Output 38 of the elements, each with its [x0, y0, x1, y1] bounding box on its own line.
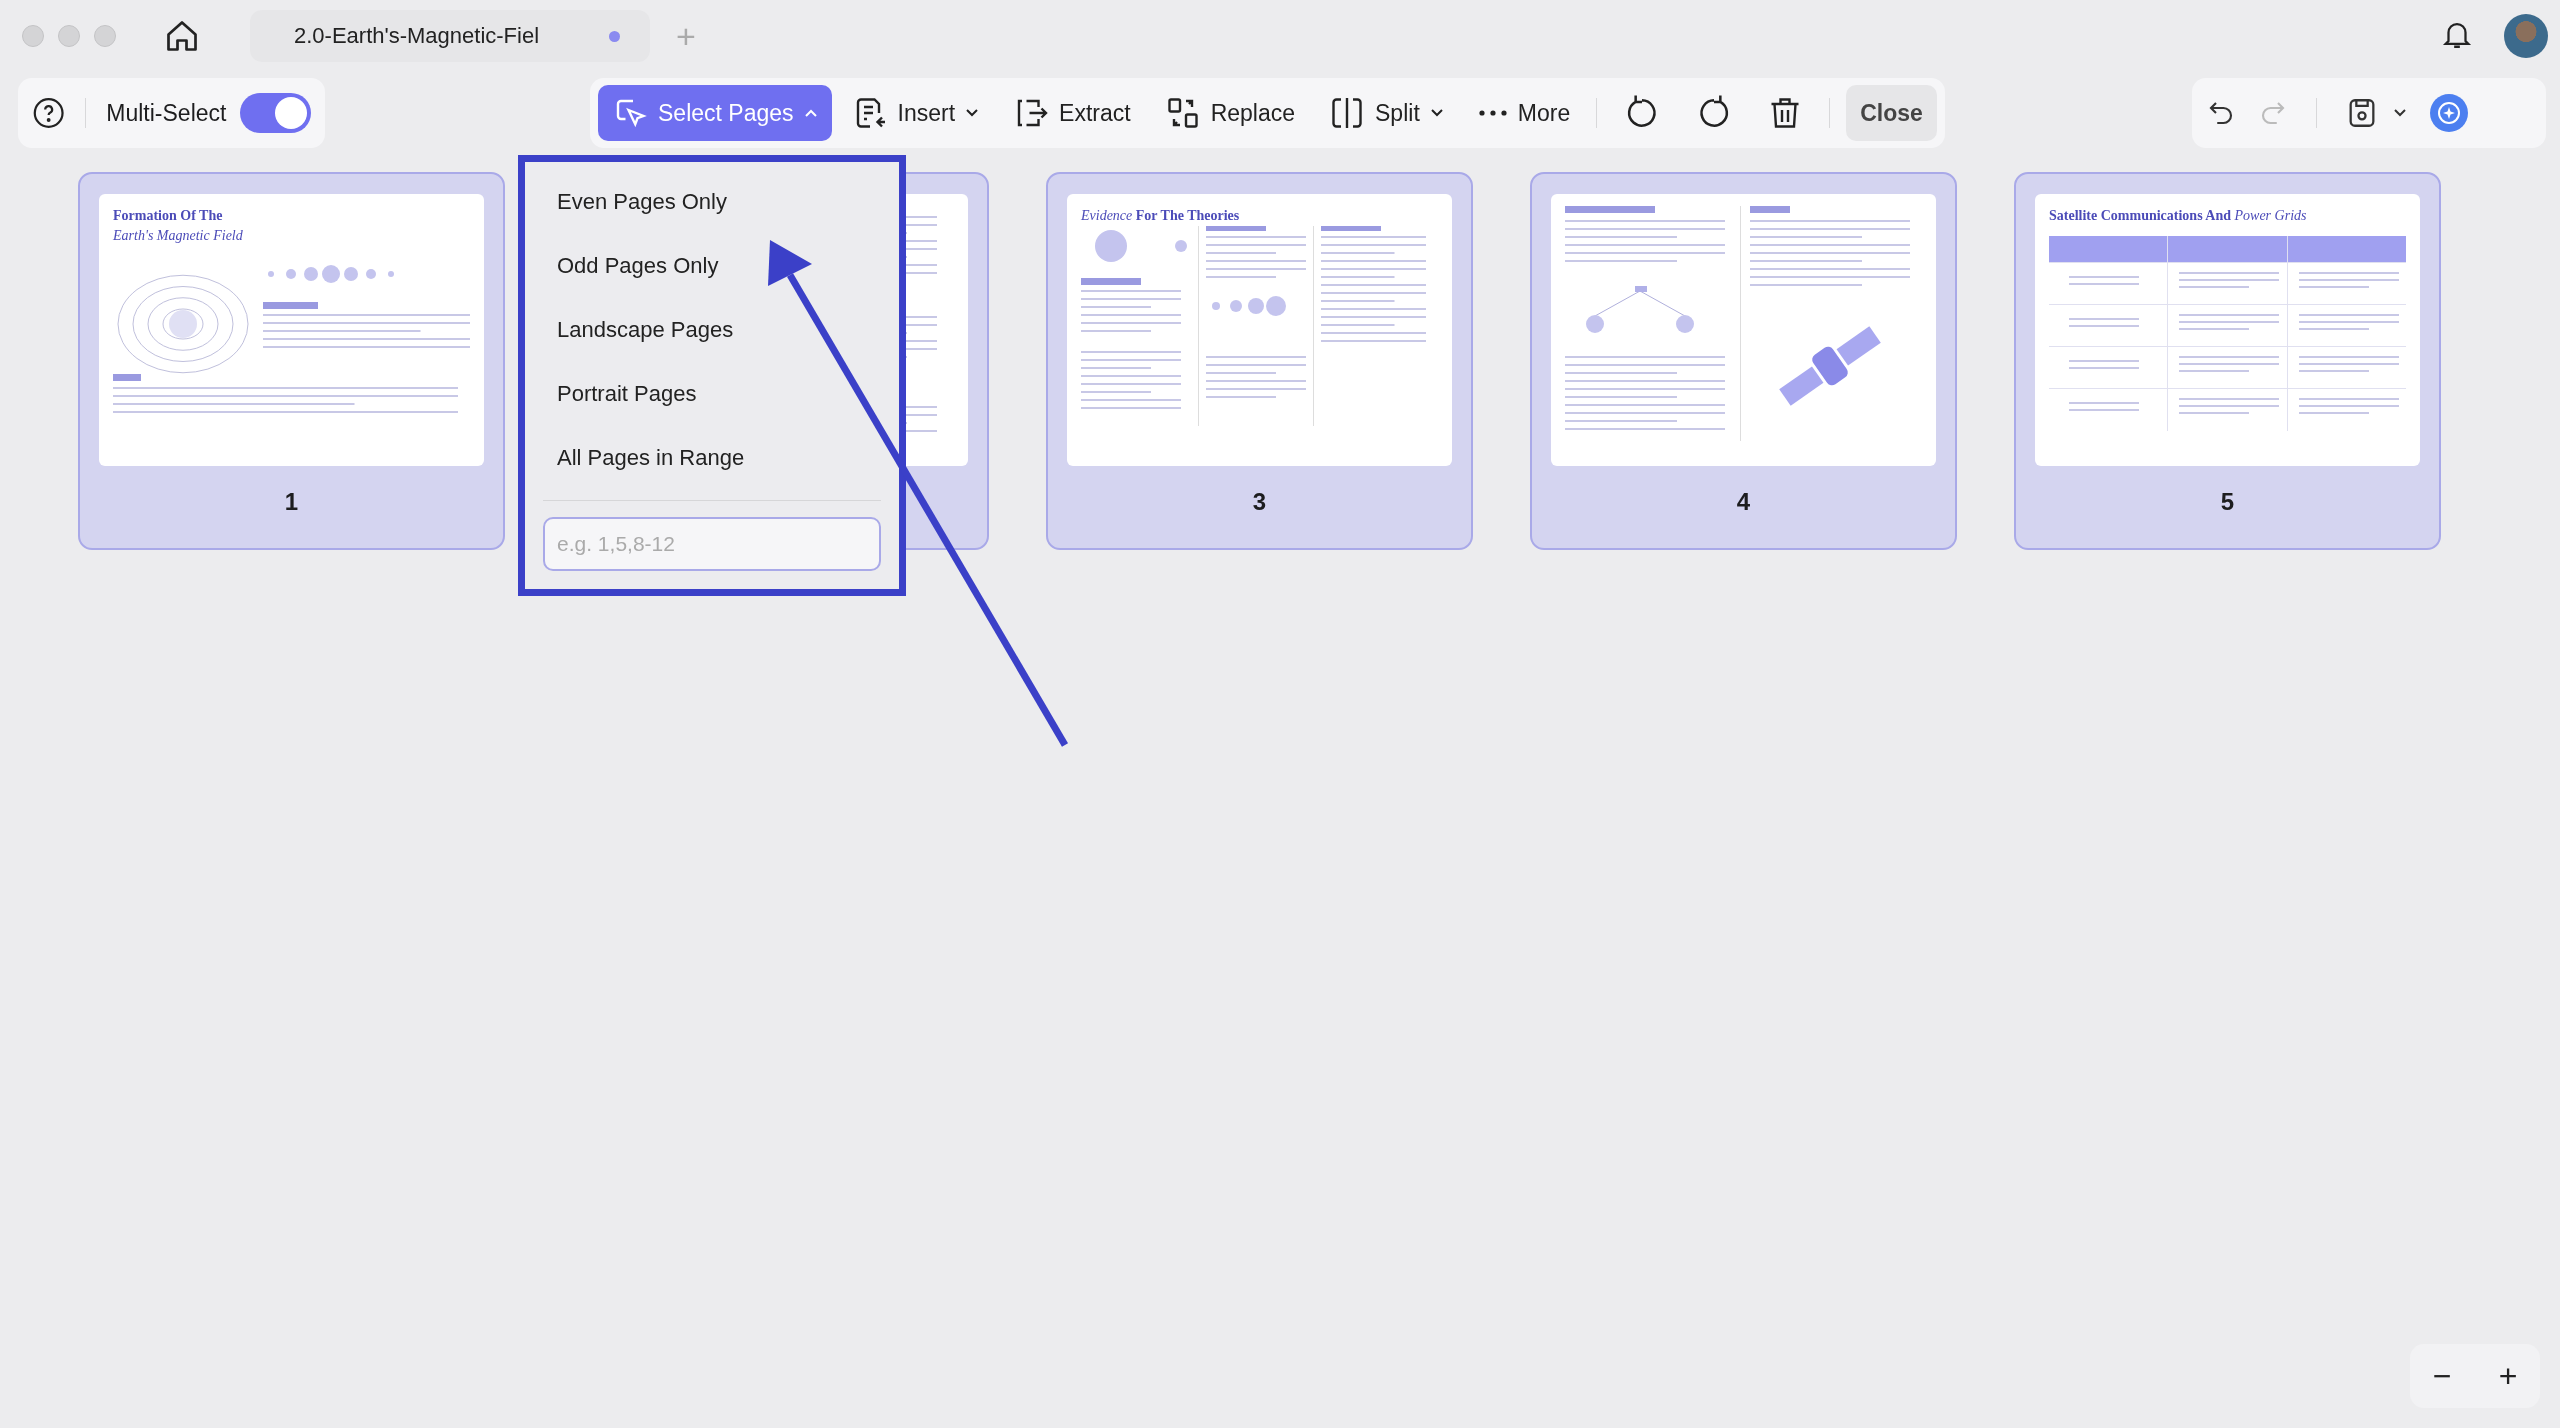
caret-icon	[803, 108, 818, 118]
caret-icon	[965, 108, 980, 118]
multi-select-label: Multi-Select	[106, 99, 227, 127]
menu-item[interactable]: All Pages in Range	[543, 426, 881, 490]
menu-item[interactable]: Portrait Pages	[543, 362, 881, 426]
menu-item[interactable]: Even Pages Only	[543, 170, 881, 234]
page-number: 4	[1736, 488, 1751, 516]
page-thumbnail[interactable]: Evidence For The Theories	[1067, 194, 1452, 466]
page-number: 5	[2220, 488, 2235, 516]
avatar[interactable]	[2504, 14, 2548, 58]
page-range-field[interactable]: e.g. 1,5,8-12	[543, 517, 881, 571]
replace-button[interactable]: Replace	[1150, 85, 1310, 141]
caret-icon	[2393, 108, 2407, 118]
page-title: Satellite Communications And Power Grids	[2049, 207, 2308, 225]
split-button[interactable]: Split	[1315, 85, 1458, 141]
zoom-out-button[interactable]: −	[2424, 1350, 2460, 1402]
page-thumbnail[interactable]: Satellite Communications And Power Grids	[2035, 194, 2420, 466]
home-icon[interactable]	[164, 18, 200, 54]
menu-item[interactable]: Landscape Pages	[543, 298, 881, 362]
page-thumbnail[interactable]: Formation Of The Earth's Magnetic Field	[99, 194, 484, 466]
zoom-in-button[interactable]: +	[2490, 1350, 2526, 1402]
multi-select-toggle[interactable]	[240, 93, 311, 133]
page-thumbnail[interactable]	[1551, 194, 1936, 466]
page-title: Formation Of The Earth's Magnetic Field	[113, 207, 244, 246]
page-title: Evidence For The Theories	[1081, 207, 1241, 225]
page-number: 3	[1252, 488, 1267, 516]
close-button[interactable]: Close	[1846, 85, 1937, 141]
extract-button[interactable]: Extract	[999, 85, 1145, 141]
more-button[interactable]: More	[1463, 85, 1585, 141]
more-icon	[1477, 107, 1508, 119]
help-icon[interactable]	[32, 96, 66, 130]
caret-icon	[1429, 108, 1444, 118]
select-button[interactable]: Select Pages	[598, 85, 832, 141]
page-number: 1	[284, 488, 299, 516]
document-tab[interactable]: 2.0-Earth's-Magnetic-Fiel	[250, 10, 650, 62]
assistant-icon[interactable]	[2429, 93, 2469, 133]
insert-button[interactable]: Insert	[837, 85, 994, 141]
menu-item[interactable]: Odd Pages Only	[543, 234, 881, 298]
